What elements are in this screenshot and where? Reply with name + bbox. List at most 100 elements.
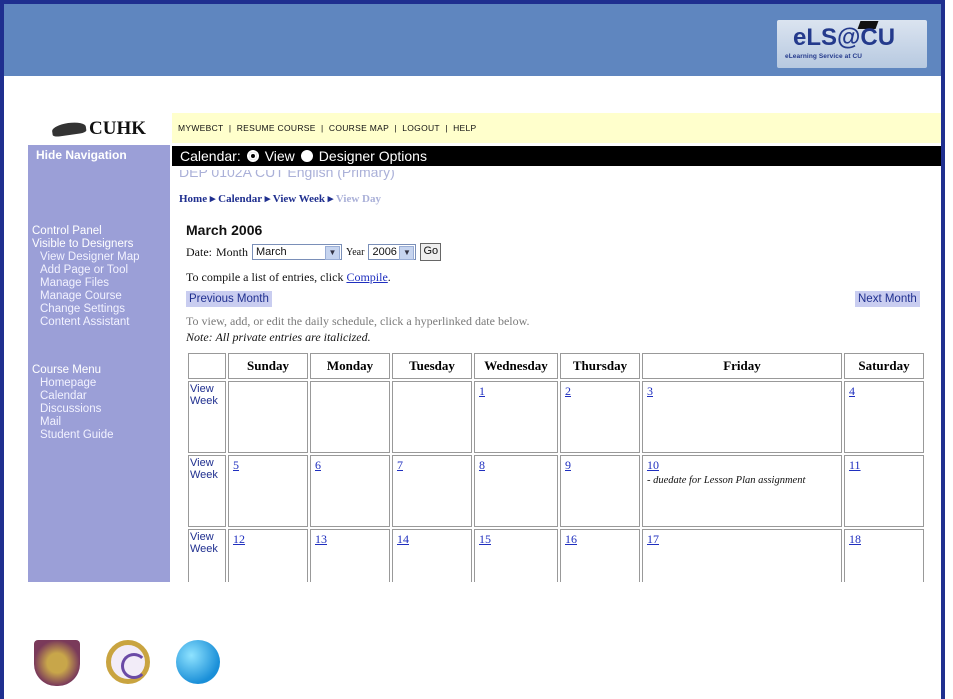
date-link[interactable]: 18 xyxy=(849,532,861,546)
page-title: March 2006 xyxy=(186,222,263,238)
day-cell: 3 xyxy=(642,381,842,453)
compile-link[interactable]: Compile xyxy=(346,270,387,284)
mortarboard-icon xyxy=(51,120,87,138)
breadcrumb-week[interactable]: View Week xyxy=(273,193,325,205)
sidebar-item-add-page[interactable]: Add Page or Tool xyxy=(32,264,140,277)
date-link[interactable]: 7 xyxy=(397,458,403,472)
day-cell: 10 - duedate for Lesson Plan assignment xyxy=(642,455,842,527)
designer-options-label[interactable]: Designer Options xyxy=(319,148,427,164)
year-label: Year xyxy=(346,246,365,258)
course-title: DEP 0102A CUT English (Primary) xyxy=(179,170,395,180)
day-cell xyxy=(392,381,472,453)
sidebar-item-calendar[interactable]: Calendar xyxy=(32,390,114,403)
nav-sep: | xyxy=(445,123,448,133)
compile-text: To compile a list of entries, click xyxy=(186,270,347,284)
sidebar-item-manage-course[interactable]: Manage Course xyxy=(32,290,140,303)
go-button[interactable]: Go xyxy=(420,243,442,261)
date-link[interactable]: 3 xyxy=(647,384,653,398)
designer-options-radio[interactable] xyxy=(300,150,313,162)
day-cell: 5 xyxy=(228,455,308,527)
breadcrumb: Home ▸ Calendar ▸ View Week ▸ View Day xyxy=(179,192,381,205)
date-link[interactable]: 8 xyxy=(479,458,485,472)
date-link[interactable]: 12 xyxy=(233,532,245,546)
nav-sep: | xyxy=(228,123,232,133)
chevron-down-icon: ▼ xyxy=(399,246,415,260)
els-cu-logo: eLS@CU eLearning Service at CU xyxy=(777,20,927,68)
date-link[interactable]: 10 xyxy=(647,458,659,472)
nav-sep: | xyxy=(321,123,324,133)
crescent-logo-icon xyxy=(106,640,150,684)
date-link[interactable]: 17 xyxy=(647,532,659,546)
nav-mywebct[interactable]: MYWEBCT xyxy=(178,123,224,133)
month-select[interactable]: March ▼ xyxy=(252,244,343,260)
date-link[interactable]: 5 xyxy=(233,458,239,472)
date-link[interactable]: 1 xyxy=(479,384,485,398)
date-link[interactable]: 11 xyxy=(849,458,861,472)
day-cell xyxy=(228,381,308,453)
day-header: Tuesday xyxy=(392,353,472,379)
calendar-header-row: Sunday Monday Tuesday Wednesday Thursday… xyxy=(188,353,924,379)
control-panel-link[interactable]: Control Panel xyxy=(32,225,140,238)
globe-logo-icon xyxy=(176,640,220,684)
date-link[interactable]: 15 xyxy=(479,532,491,546)
view-week-link[interactable]: View Week xyxy=(188,381,226,453)
nav-help[interactable]: HELP xyxy=(453,123,476,133)
private-entries-note: Note: All private entries are italicized… xyxy=(186,330,371,344)
sidebar-item-mail[interactable]: Mail xyxy=(32,416,114,429)
day-cell: 2 xyxy=(560,381,640,453)
sidebar-item-view-designer-map[interactable]: View Designer Map xyxy=(32,251,140,264)
month-value: March xyxy=(256,246,287,258)
day-header: Friday xyxy=(642,353,842,379)
nav-logout[interactable]: LOGOUT xyxy=(402,123,440,133)
sidebar-item-discussions[interactable]: Discussions xyxy=(32,403,114,416)
calendar-event[interactable]: - duedate for Lesson Plan assignment xyxy=(647,475,837,486)
corner-cell xyxy=(188,353,226,379)
sidebar-item-homepage[interactable]: Homepage xyxy=(32,377,114,390)
month-label: Month xyxy=(216,244,249,259)
compile-line: To compile a list of entries, click Comp… xyxy=(186,270,391,285)
compile-end: . xyxy=(387,270,391,284)
brand-logo-text: eLS@CU xyxy=(793,24,896,51)
breadcrumb-home[interactable]: Home xyxy=(179,193,207,205)
week-row: View Week 5 6 7 8 9 10 - duedate for Less… xyxy=(188,455,924,527)
day-header: Thursday xyxy=(560,353,640,379)
date-link[interactable]: 2 xyxy=(565,384,571,398)
previous-month-button[interactable]: Previous Month xyxy=(186,291,272,307)
nav-course-map[interactable]: COURSE MAP xyxy=(329,123,389,133)
sidebar-item-student-guide[interactable]: Student Guide xyxy=(32,429,114,442)
calendar-mode-label: Calendar: xyxy=(180,148,241,164)
day-cell: 8 xyxy=(474,455,558,527)
day-cell: 9 xyxy=(560,455,640,527)
next-month-button[interactable]: Next Month xyxy=(855,291,920,307)
day-cell: 7 xyxy=(392,455,472,527)
view-radio-label[interactable]: View xyxy=(265,148,295,164)
breadcrumb-arrow-icon: ▸ xyxy=(327,193,336,205)
sidebar-item-manage-files[interactable]: Manage Files xyxy=(32,277,140,290)
breadcrumb-day: View Day xyxy=(335,193,381,205)
view-week-link[interactable]: View Week xyxy=(188,455,226,527)
breadcrumb-calendar[interactable]: Calendar xyxy=(218,193,262,205)
date-link[interactable]: 6 xyxy=(315,458,321,472)
visible-to-designers-label: Visible to Designers xyxy=(32,238,134,250)
hide-navigation-link[interactable]: Hide Navigation xyxy=(36,148,127,162)
day-header: Wednesday xyxy=(474,353,558,379)
date-link[interactable]: 4 xyxy=(849,384,855,398)
date-label: Date: xyxy=(186,244,212,259)
date-link[interactable]: 14 xyxy=(397,532,409,546)
year-select[interactable]: 2006 ▼ xyxy=(368,244,417,260)
top-navigation: MYWEBCT | RESUME COURSE | COURSE MAP | L… xyxy=(172,113,941,143)
view-radio[interactable] xyxy=(246,150,259,162)
date-link[interactable]: 9 xyxy=(565,458,571,472)
date-link[interactable]: 13 xyxy=(315,532,327,546)
day-cell: 4 xyxy=(844,381,924,453)
day-cell: 6 xyxy=(310,455,390,527)
day-cell: 1 xyxy=(474,381,558,453)
footer-logos xyxy=(34,640,220,686)
day-header: Monday xyxy=(310,353,390,379)
header-banner: eLS@CU eLearning Service at CU xyxy=(4,4,941,76)
university-seal-icon xyxy=(34,640,80,686)
nav-resume-course[interactable]: RESUME COURSE xyxy=(237,123,316,133)
sidebar-item-change-settings[interactable]: Change Settings xyxy=(32,303,140,316)
sidebar-item-content-assistant[interactable]: Content Assistant xyxy=(32,316,140,329)
date-link[interactable]: 16 xyxy=(565,532,577,546)
